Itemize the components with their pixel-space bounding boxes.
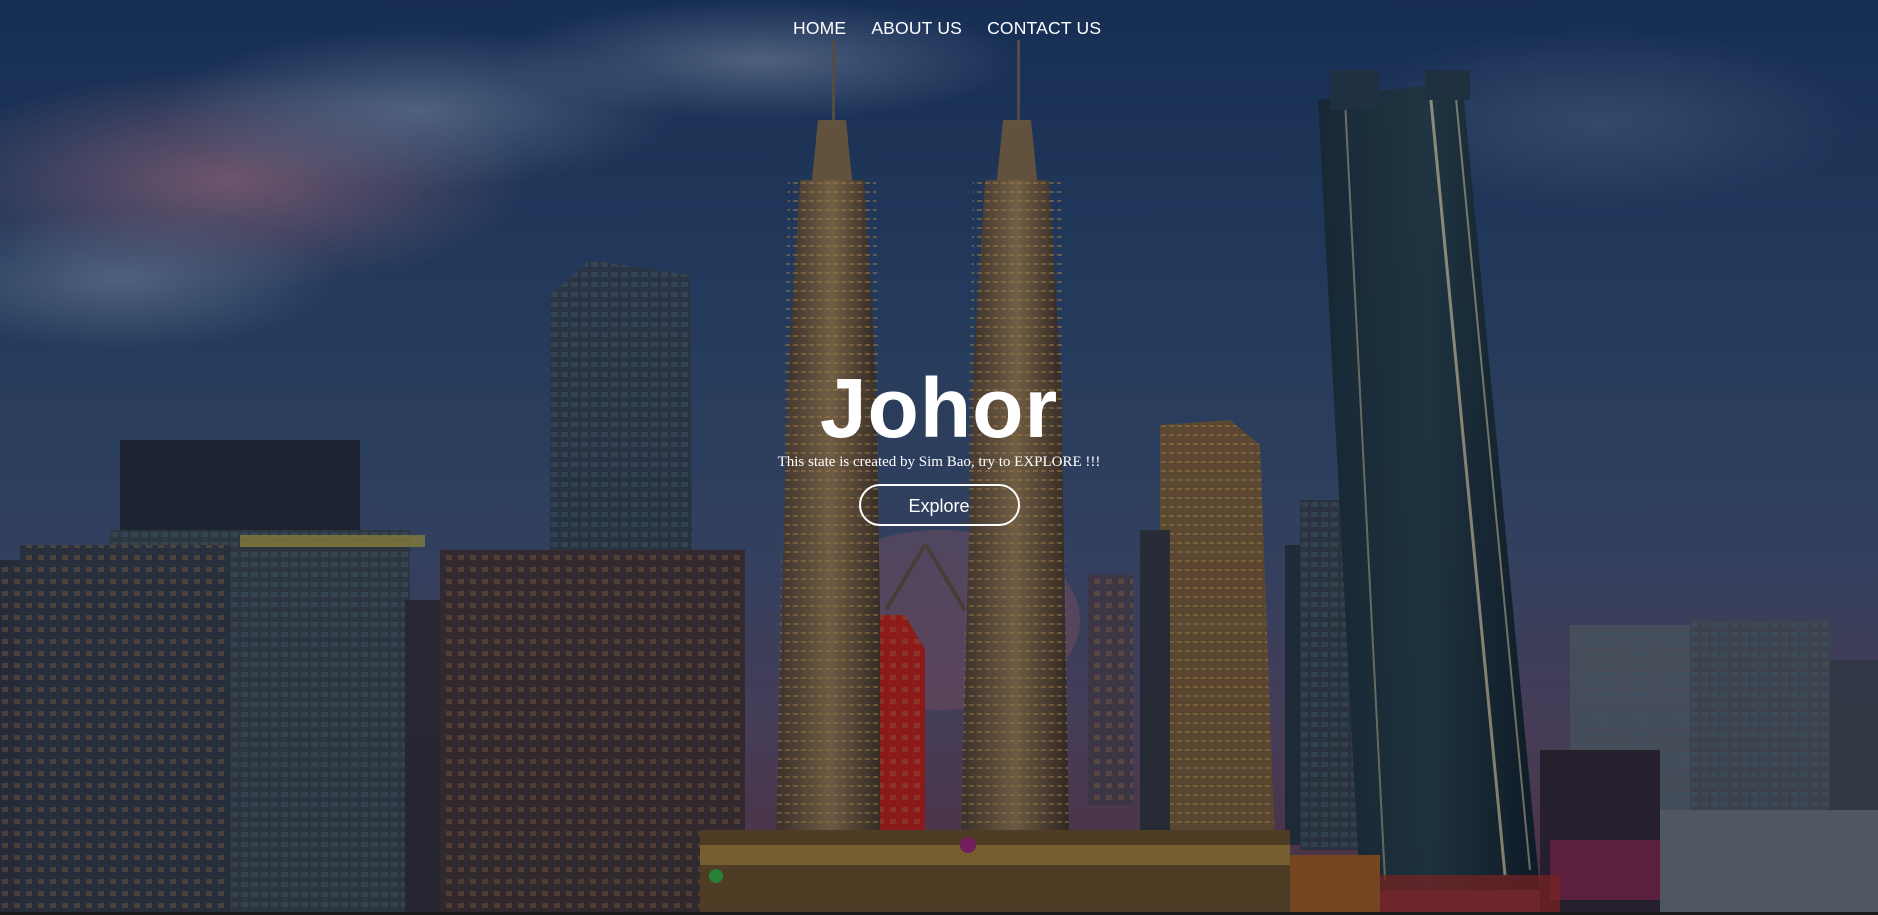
main-nav: HOME ABOUT US CONTACT US [793,18,1101,39]
hero-title: Johor [819,361,1059,455]
nav-contact-us-link[interactable]: CONTACT US [987,18,1101,39]
nav-about-us-link[interactable]: ABOUT US [871,18,962,39]
explore-button[interactable]: Explore [858,484,1020,526]
nav-home-link[interactable]: HOME [793,18,846,39]
hero-subtitle: This state is created by Sim Bao, try to… [777,454,1101,470]
hero-content: Johor This state is created by Sim Bao, … [0,366,1878,526]
hero-section: HOME ABOUT US CONTACT US Johor This stat… [0,0,1878,912]
